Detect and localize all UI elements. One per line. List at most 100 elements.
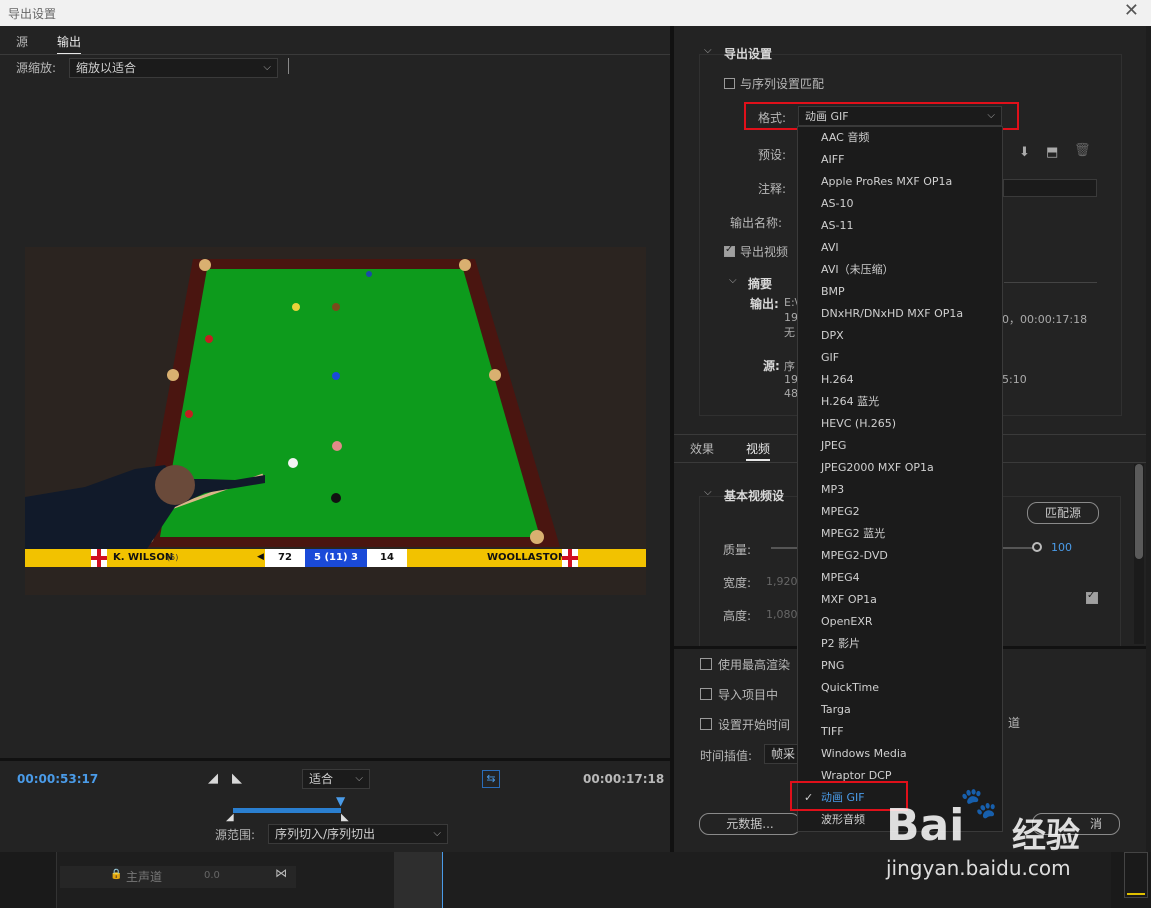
- format-menu-item-label: MXF OP1a: [821, 593, 877, 606]
- format-menu-item[interactable]: MP3: [798, 479, 1004, 501]
- source-range-bar[interactable]: [233, 808, 341, 813]
- format-menu-item[interactable]: DPX: [798, 325, 1004, 347]
- format-menu-item[interactable]: TIFF: [798, 721, 1004, 743]
- source-range-label: 源范围:: [215, 828, 256, 842]
- metadata-button[interactable]: 元数据...: [699, 813, 801, 835]
- quality-slider-handle[interactable]: [1032, 542, 1042, 552]
- source-scale-dropdown[interactable]: 缩放以适合 ⌵: [69, 58, 278, 78]
- format-menu-item[interactable]: AS-10: [798, 193, 1004, 215]
- format-menu-item[interactable]: AIFF: [798, 149, 1004, 171]
- summary-source-line2-tail: 5:10: [1002, 373, 1027, 386]
- comments-input[interactable]: [1003, 179, 1097, 197]
- format-menu-item[interactable]: AAC 音频: [798, 127, 1004, 149]
- quality-value[interactable]: 100: [1051, 541, 1072, 554]
- score-left-points: 72: [265, 549, 305, 567]
- player-left-sub: (5): [167, 553, 179, 562]
- format-menu-item[interactable]: MPEG2: [798, 501, 1004, 523]
- format-menu-item[interactable]: HEVC (H.265): [798, 413, 1004, 435]
- range-out-handle-icon[interactable]: ◣: [341, 812, 349, 823]
- delete-preset-icon[interactable]: 🗑: [1074, 143, 1091, 158]
- summary-output-label: 输出:: [750, 297, 779, 311]
- format-menu-item-label: DPX: [821, 329, 844, 342]
- timeline-playhead[interactable]: [442, 852, 443, 908]
- channel-label-suffix: 道: [1008, 716, 1021, 730]
- close-icon[interactable]: ✕: [1124, 2, 1139, 20]
- format-menu-item[interactable]: JPEG2000 MXF OP1a: [798, 457, 1004, 479]
- format-menu-item[interactable]: Windows Media: [798, 743, 1004, 765]
- score-right-points: 14: [367, 549, 407, 567]
- format-menu-item[interactable]: AVI: [798, 237, 1004, 259]
- comments-label: 注释:: [758, 182, 787, 196]
- export-video-checkbox[interactable]: [724, 244, 735, 257]
- source-range-dropdown[interactable]: 序列切入/序列切出 ⌵: [268, 824, 448, 844]
- watermark-url: jingyan.baidu.com: [886, 856, 1071, 880]
- source-range-value: 序列切入/序列切出: [275, 827, 376, 841]
- format-menu-item[interactable]: DNxHR/DNxHD MXF OP1a: [798, 303, 1004, 325]
- output-name-label: 输出名称:: [730, 216, 783, 230]
- format-menu-item-label: JPEG: [821, 439, 847, 452]
- aspect-toggle-icon[interactable]: ⇆: [482, 770, 500, 788]
- format-menu-item-label: MPEG2-DVD: [821, 549, 888, 562]
- format-menu-item-label: MPEG2 蓝光: [821, 527, 886, 540]
- format-menu-item[interactable]: P2 影片: [798, 633, 1004, 655]
- import-project-checkbox[interactable]: [700, 688, 712, 700]
- mark-in-icon[interactable]: ◢: [208, 771, 218, 786]
- window-title: 导出设置: [8, 7, 57, 21]
- set-start-timecode-checkbox[interactable]: [700, 718, 712, 730]
- format-menu-item[interactable]: GIF: [798, 347, 1004, 369]
- format-menu-item[interactable]: OpenEXR: [798, 611, 1004, 633]
- format-menu-item[interactable]: MPEG4: [798, 567, 1004, 589]
- match-sequence-checkbox[interactable]: [724, 78, 735, 89]
- save-preset-icon[interactable]: ⬇: [1019, 145, 1030, 160]
- range-in-handle-icon[interactable]: ◢: [226, 812, 234, 823]
- format-menu-item-label: GIF: [821, 351, 840, 364]
- import-preset-icon[interactable]: ⬒: [1046, 145, 1058, 160]
- format-menu-item[interactable]: AVI（未压缩）: [798, 259, 1004, 281]
- track-value: 0.0: [204, 870, 220, 881]
- format-menu-item-label: AAC 音频: [821, 131, 870, 144]
- format-menu-item[interactable]: Apple ProRes MXF OP1a: [798, 171, 1004, 193]
- time-interpolation-value: 帧采: [771, 747, 796, 761]
- format-menu-item-label: AIFF: [821, 153, 845, 166]
- time-interpolation-label: 时间插值:: [700, 749, 753, 763]
- mark-out-icon[interactable]: ◣: [232, 771, 242, 786]
- settings-scrollbar[interactable]: [1134, 464, 1144, 644]
- format-menu-item-label: MP3: [821, 483, 845, 496]
- max-render-quality-checkbox[interactable]: [700, 658, 712, 670]
- width-label: 宽度:: [723, 576, 752, 590]
- fit-dropdown[interactable]: 适合 ⌵: [302, 769, 370, 789]
- format-menu-item[interactable]: Targa: [798, 699, 1004, 721]
- format-menu-item[interactable]: MXF OP1a: [798, 589, 1004, 611]
- summary-divider: [1004, 282, 1097, 283]
- format-menu-item[interactable]: BMP: [798, 281, 1004, 303]
- scrollbar-thumb[interactable]: [1135, 464, 1143, 559]
- track-nav-icon[interactable]: ⋈: [275, 866, 287, 880]
- title-bar: 导出设置 ✕: [0, 0, 1151, 26]
- format-menu-item[interactable]: QuickTime: [798, 677, 1004, 699]
- summary-title: 摘要: [748, 277, 773, 291]
- chevron-down-icon[interactable]: ⌵: [704, 45, 712, 56]
- format-menu-item[interactable]: H.264 蓝光: [798, 391, 1004, 413]
- format-menu-item[interactable]: JPEG: [798, 435, 1004, 457]
- lock-icon[interactable]: 🔒: [110, 869, 122, 880]
- height-label: 高度:: [723, 609, 752, 623]
- chevron-down-icon[interactable]: ⌵: [704, 487, 712, 498]
- format-menu-item[interactable]: AS-11: [798, 215, 1004, 237]
- format-menu-item-label: QuickTime: [821, 681, 880, 694]
- source-scale-label: 源缩放:: [16, 61, 57, 75]
- format-menu-item[interactable]: PNG: [798, 655, 1004, 677]
- tab-video[interactable]: 视频: [746, 440, 771, 461]
- format-menu-item[interactable]: MPEG2-DVD: [798, 545, 1004, 567]
- tab-effects[interactable]: 效果: [690, 440, 714, 457]
- timecode-start[interactable]: 00:00:53:17: [17, 772, 98, 786]
- format-menu-item[interactable]: MPEG2 蓝光: [798, 523, 1004, 545]
- format-menu-item[interactable]: H.264: [798, 369, 1004, 391]
- chevron-down-icon[interactable]: ⌵: [729, 275, 737, 286]
- link-dimensions-checkbox[interactable]: [1086, 590, 1098, 604]
- format-menu-item-label: 波形音频: [821, 813, 865, 826]
- match-source-button[interactable]: 匹配源: [1027, 502, 1099, 524]
- playhead-icon[interactable]: ▼: [336, 794, 345, 808]
- tab-output[interactable]: 输出: [57, 33, 82, 55]
- quality-label: 质量:: [723, 543, 752, 557]
- tab-source[interactable]: 源: [16, 33, 28, 50]
